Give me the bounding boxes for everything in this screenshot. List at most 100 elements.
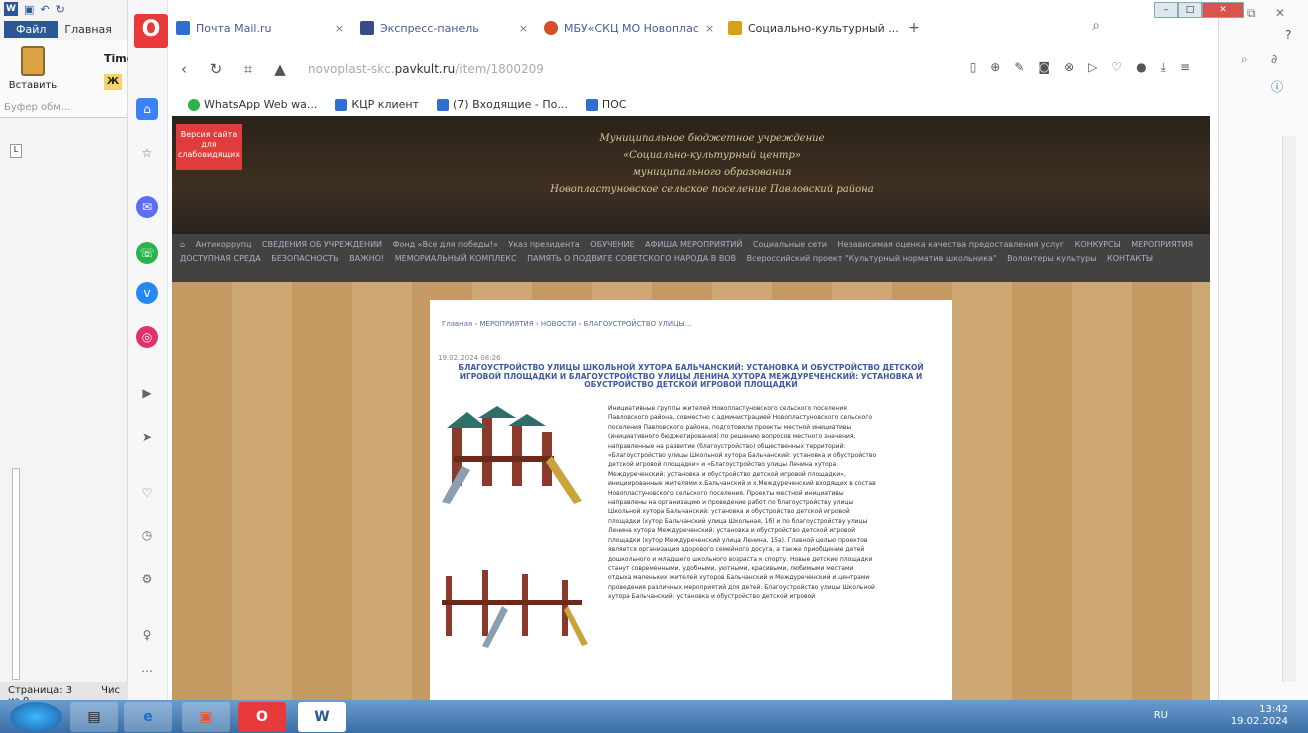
explorer-icon[interactable]: ▤ bbox=[70, 702, 118, 732]
bookmark-whatsapp[interactable]: WhatsApp Web wa... bbox=[188, 98, 317, 111]
camera-icon[interactable]: ◙ bbox=[1038, 60, 1050, 75]
heart-icon[interactable]: ♡ bbox=[1111, 60, 1122, 75]
playground-image-2[interactable] bbox=[442, 566, 592, 652]
play-icon[interactable]: ▷ bbox=[1088, 60, 1097, 75]
word-taskbar-icon[interactable]: W bbox=[298, 702, 346, 732]
opera-taskbar-icon[interactable]: O bbox=[238, 702, 286, 732]
tab-stop-selector[interactable]: L bbox=[10, 144, 22, 158]
page-count[interactable]: Страница: 3 из 9 bbox=[8, 685, 87, 707]
whatsapp-icon[interactable]: ☏ bbox=[136, 242, 158, 264]
bookmark-inbox[interactable]: (7) Входящие - По... bbox=[437, 98, 568, 111]
tab-mbu[interactable]: МБУ«СКЦ МО Новоплас × bbox=[536, 16, 720, 40]
minimize-button[interactable]: – bbox=[1154, 2, 1178, 18]
instagram-icon[interactable]: ◎ bbox=[136, 326, 158, 348]
browser-sidebar: O ⌂ ☆ ✉ ☏ v ◎ ▶ ➤ ♡ ◷ ⚙ ♀ ⋯ bbox=[128, 0, 168, 700]
help-icon[interactable]: ? bbox=[1285, 28, 1291, 42]
settings-icon[interactable]: ⚙ bbox=[136, 568, 158, 590]
messenger-icon[interactable]: ✉ bbox=[136, 196, 158, 218]
nav-item[interactable]: КОНКУРСЫ bbox=[1075, 240, 1121, 249]
clock[interactable]: 13:42 19.02.2024 bbox=[1231, 704, 1288, 728]
nav-item[interactable]: Антикоррупц bbox=[196, 240, 252, 249]
nav-item[interactable]: Социальные сети bbox=[753, 240, 827, 249]
tab-search-icon[interactable]: ⌕ bbox=[1092, 18, 1100, 34]
menu-icon[interactable]: ≡ bbox=[1180, 60, 1190, 75]
ie-icon[interactable]: e bbox=[124, 702, 172, 732]
player-icon[interactable]: ▶ bbox=[136, 382, 158, 404]
tab-file[interactable]: Файл bbox=[4, 20, 59, 38]
nav-item[interactable]: МЕРОПРИЯТИЯ bbox=[1131, 240, 1193, 249]
paste-button[interactable]: Вставить bbox=[8, 46, 58, 91]
bookmark-label: WhatsApp Web wa... bbox=[204, 97, 318, 111]
history-icon[interactable]: ◷ bbox=[136, 524, 158, 546]
save-icon[interactable]: ▣ bbox=[24, 3, 34, 16]
info-icon[interactable]: ⓘ bbox=[1271, 78, 1283, 95]
close-icon[interactable]: × bbox=[705, 22, 714, 35]
lightbulb-icon[interactable]: ♀ bbox=[136, 624, 158, 646]
opera-logo-icon[interactable]: O bbox=[134, 14, 168, 48]
tab-social-culture[interactable]: Социально-культурный ...× bbox=[720, 16, 904, 40]
nav-item[interactable]: Волонтеры культуры bbox=[1007, 254, 1096, 263]
nav-item[interactable]: Указ президента bbox=[508, 240, 579, 249]
close-button[interactable]: ✕ bbox=[1202, 2, 1244, 18]
start-button[interactable] bbox=[10, 702, 62, 732]
nav-item[interactable]: МЕМОРИАЛЬНЫЙ КОМПЛЕКС bbox=[395, 254, 517, 263]
status-bar: Страница: 3 из 9 Чис bbox=[0, 682, 128, 707]
reload-icon[interactable]: ↻ bbox=[200, 60, 232, 78]
playground-image-1[interactable] bbox=[442, 406, 592, 506]
home-icon[interactable]: ⌂ bbox=[136, 98, 158, 120]
close-icon[interactable]: ✕ bbox=[1275, 6, 1285, 20]
tab-mail[interactable]: Почта Mail.ru × bbox=[168, 16, 352, 40]
search-icon[interactable]: ⌕ bbox=[1241, 52, 1248, 67]
vk-icon[interactable]: v bbox=[136, 282, 158, 304]
restore-button[interactable]: □ bbox=[1178, 2, 1202, 18]
send-icon[interactable]: ➤ bbox=[136, 426, 158, 448]
undo-icon[interactable]: ↶ bbox=[40, 3, 49, 16]
nav-item[interactable]: КОНТАКТЫ bbox=[1107, 254, 1153, 263]
ribbon-tabs: Файл Главная bbox=[0, 18, 127, 40]
nav-item[interactable]: АФИША МЕРОПРИЯТИЙ bbox=[645, 240, 742, 249]
language-indicator[interactable]: RU bbox=[1154, 710, 1168, 721]
redo-icon[interactable]: ↻ bbox=[56, 3, 65, 16]
nav-item[interactable]: ОБУЧЕНИЕ bbox=[590, 240, 634, 249]
speed-dial-icon[interactable]: ⌗ bbox=[232, 60, 264, 78]
close-icon[interactable]: × bbox=[335, 22, 344, 35]
tab-home[interactable]: Главная bbox=[64, 23, 112, 36]
nav-item[interactable]: БЕЗОПАСНОСТЬ bbox=[271, 254, 338, 263]
maximize-icon[interactable]: ⧉ bbox=[1247, 6, 1256, 21]
window-controls: – □ ✕ bbox=[1154, 2, 1244, 18]
attach-icon[interactable]: ∂ bbox=[1271, 52, 1277, 66]
pos-icon bbox=[585, 98, 598, 111]
more-icon[interactable]: ⋯ bbox=[136, 660, 158, 682]
nav-item[interactable]: Всероссийский проект "Культурный нормати… bbox=[747, 254, 997, 263]
nav-item[interactable]: ВАЖНО! bbox=[349, 254, 384, 263]
nav-item[interactable]: СВЕДЕНИЯ ОБ УЧРЕЖДЕНИИ bbox=[262, 240, 382, 249]
zoom-icon[interactable]: ⊕ bbox=[990, 60, 1000, 75]
nav-item[interactable]: ПАМЯТЬ О ПОДВИГЕ СОВЕТСКОГО НАРОДА В ВОВ bbox=[527, 254, 736, 263]
bookmark-pos[interactable]: ПОС bbox=[585, 98, 626, 111]
lock-icon: ▲ bbox=[274, 60, 286, 78]
tab-speed-dial[interactable]: Экспресс-панель × bbox=[352, 16, 536, 40]
breadcrumb[interactable]: Главная › МЕРОПРИЯТИЯ › НОВОСТИ › БЛАГОУ… bbox=[442, 320, 691, 328]
reader-icon[interactable]: ▯ bbox=[970, 60, 977, 75]
heart-icon[interactable]: ♡ bbox=[136, 482, 158, 504]
home-icon[interactable]: ⌂ bbox=[180, 240, 185, 249]
accessibility-version-button[interactable]: Версия сайта для слабовидящих bbox=[176, 124, 242, 170]
whatsapp-icon bbox=[188, 98, 200, 111]
word-count[interactable]: Чис bbox=[101, 685, 120, 697]
url-field[interactable]: novoplast-skc.pavkult.ru/item/1800209 bbox=[308, 62, 544, 76]
nav-item[interactable]: ДОСТУПНАЯ СРЕДА bbox=[180, 254, 261, 263]
download-icon[interactable]: ⤓ bbox=[1161, 60, 1166, 75]
bookmark-kcr[interactable]: КЦР клиент bbox=[335, 98, 419, 111]
edit-icon[interactable]: ✎ bbox=[1014, 60, 1024, 75]
app-icon[interactable]: ▣ bbox=[182, 702, 230, 732]
bold-button[interactable]: Ж bbox=[104, 74, 122, 90]
close-icon[interactable]: × bbox=[519, 22, 528, 35]
block-icon[interactable]: ⊗ bbox=[1064, 60, 1074, 75]
new-tab-button[interactable]: + bbox=[904, 20, 924, 40]
star-icon[interactable]: ☆ bbox=[136, 142, 158, 164]
vertical-scrollbar[interactable] bbox=[1282, 136, 1296, 682]
nav-item[interactable]: Фонд «Все для победы!» bbox=[393, 240, 498, 249]
profile-icon[interactable]: ● bbox=[1136, 60, 1146, 75]
back-icon[interactable]: ‹ bbox=[168, 60, 200, 78]
nav-item[interactable]: Независимая оценка качества предоставлен… bbox=[837, 240, 1064, 249]
